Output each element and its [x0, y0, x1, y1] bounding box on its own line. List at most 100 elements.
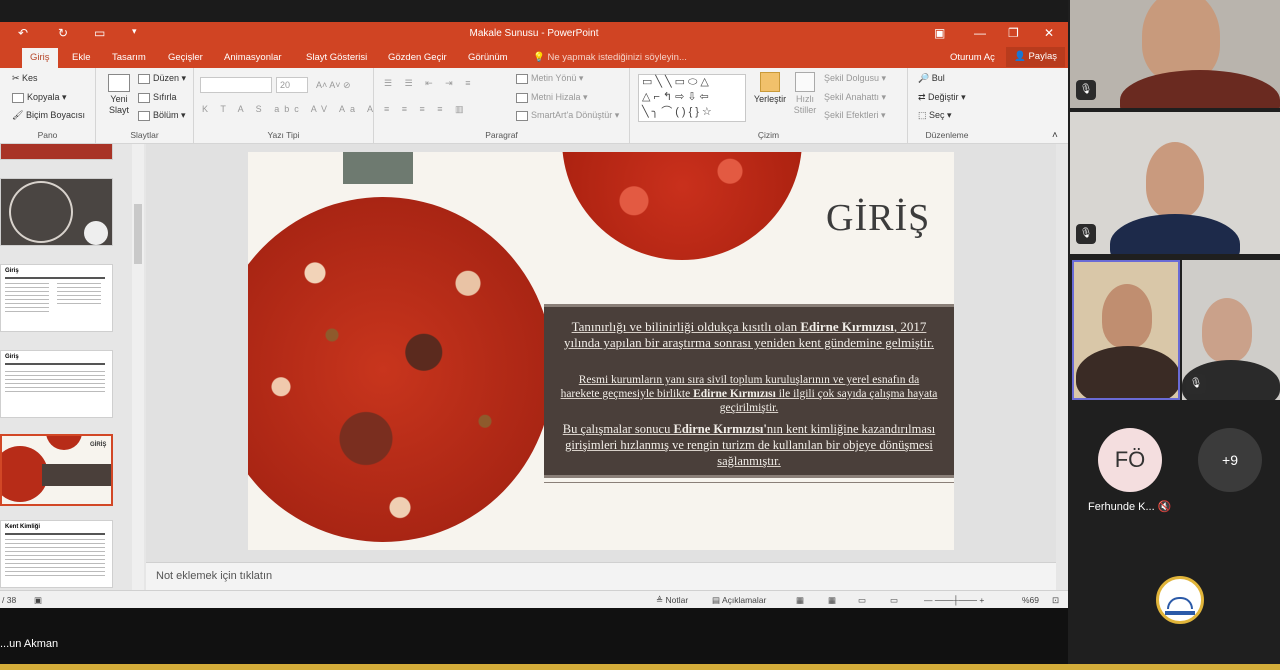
cut-button[interactable]: ✂ Kes — [12, 73, 38, 84]
participant-name-text: Ferhunde K... — [1088, 501, 1155, 513]
list-icons[interactable]: ☰ ☰ ⇤ ⇥ ≡ — [384, 78, 475, 89]
copy-icon — [12, 92, 24, 103]
slide-sorter-icon[interactable]: ▦ — [828, 595, 836, 606]
slide-thumbnails-pane: Giriş Giriş GİRİŞ Kent Kimliği — [0, 144, 132, 590]
layout-button[interactable]: Düzen ▾ — [138, 73, 186, 84]
tab-transitions[interactable]: Geçişler — [168, 52, 203, 63]
shapes-gallery[interactable]: ▭╲╲▭⬭△ △⌐↰⇨⇩⇦ ╲╮⌒(){}☆ — [638, 74, 746, 122]
text-direction-icon — [516, 73, 528, 84]
font-name-field[interactable] — [200, 77, 272, 93]
group-clipboard: ✂ Kes Kopyala ▾ 🖌 Biçim Boyacısı Pano — [0, 68, 96, 144]
slide-top-bar — [343, 152, 413, 184]
tab-design[interactable]: Tasarım — [112, 52, 146, 63]
section-label: Bölüm — [153, 110, 179, 120]
font-grow-icon[interactable]: A˄ A˅ ⊘ — [316, 80, 351, 91]
comments-toggle[interactable]: ▤ Açıklamalar — [712, 595, 766, 606]
tab-review[interactable]: Gözden Geçir — [388, 52, 447, 63]
paragraph-3: Bu çalışmalar sonucu Edirne Kırmızısı'nı… — [544, 421, 954, 469]
thumbnail-dot — [84, 221, 108, 245]
select-button[interactable]: ⬚ Seç ▾ — [918, 110, 952, 121]
group-slides: Yeni Slayt Düzen ▾ Sıfırla Bölüm ▾ Slayt… — [96, 68, 194, 144]
group-editing: 🔎 Bul ⇄ Değiştir ▾ ⬚ Seç ▾ Düzenleme — [908, 68, 986, 144]
slide-thumbnail[interactable]: Giriş — [0, 350, 113, 418]
tab-insert[interactable]: Ekle — [72, 52, 90, 63]
new-slide-label-1: Yeni — [110, 94, 128, 104]
sign-in-link[interactable]: Oturum Aç — [950, 52, 995, 63]
more-participants-button[interactable]: +9 — [1198, 428, 1262, 492]
zoom-level[interactable]: %69 — [1022, 595, 1039, 605]
participant-video-tile-active-speaker[interactable] — [1072, 260, 1180, 400]
format-painter-label: Biçim Boyacısı — [25, 110, 85, 120]
new-slide-button[interactable]: Yeni Slayt — [102, 74, 136, 116]
participant-avatar-initials[interactable]: FÖ — [1098, 428, 1162, 492]
slide-text-box[interactable]: Tanınırlığı ve bilinirliği oldukça kısıt… — [544, 304, 954, 478]
align-text-label: Metni Hizala — [531, 92, 581, 102]
share-label: Paylaş — [1028, 51, 1057, 62]
section-button[interactable]: Bölüm ▾ — [138, 110, 186, 121]
notes-pane[interactable]: Not eklemek için tıklatın — [146, 562, 1056, 590]
participant-video-tile[interactable]: 🎙 — [1182, 260, 1280, 400]
group-paragraph: ☰ ☰ ⇤ ⇥ ≡ ≡ ≡ ≡ ≡ ▥ Metin Yönü ▾ Metni H… — [374, 68, 630, 144]
quick-styles-button[interactable]: Hızlı Stiller — [790, 72, 820, 116]
tab-slideshow[interactable]: Slayt Gösterisi — [306, 52, 367, 63]
slide-title[interactable]: GİRİŞ — [826, 196, 930, 240]
fit-to-window-icon[interactable]: ⊡ — [1052, 595, 1059, 606]
slide-thumbnail[interactable]: Kent Kimliği — [0, 520, 113, 588]
align-text-button[interactable]: Metni Hizala ▾ — [516, 92, 588, 103]
format-painter-button[interactable]: 🖌 Biçim Boyacısı — [12, 110, 85, 121]
restore-icon[interactable]: ❐ — [1008, 26, 1019, 40]
shape-outline-button[interactable]: Şekil Anahattı ▾ — [824, 92, 886, 103]
thumbnails-scrollbar[interactable] — [132, 144, 144, 590]
close-icon[interactable]: ✕ — [1044, 26, 1054, 40]
red-embroidery-circle — [248, 192, 558, 547]
tell-me-text: Ne yapmak istediğinizi söyleyin... — [547, 52, 687, 63]
current-slide[interactable]: GİRİŞ Tanınırlığı ve bilinirliği oldukça… — [248, 152, 954, 550]
copy-button[interactable]: Kopyala ▾ — [12, 92, 67, 103]
replace-button[interactable]: ⇄ Değiştir ▾ — [918, 92, 966, 103]
collapse-ribbon-icon[interactable]: ˄ — [1052, 130, 1058, 141]
ribbon: ✂ Kes Kopyala ▾ 🖌 Biçim Boyacısı Pano Ye… — [0, 68, 1068, 144]
arrange-button[interactable]: Yerleştir — [752, 72, 788, 105]
thumbnail-text-lines — [5, 539, 105, 579]
find-button[interactable]: 🔎 Bul — [918, 73, 945, 84]
normal-view-icon[interactable]: ▦ — [796, 595, 804, 606]
text-direction-button[interactable]: Metin Yönü ▾ — [516, 73, 583, 84]
thumbnail-text-lines — [57, 283, 101, 307]
reset-button[interactable]: Sıfırla — [138, 92, 177, 103]
align-icons[interactable]: ≡ ≡ ≡ ≡ ▥ — [384, 104, 469, 115]
font-format-icons[interactable]: K T A S abc AV Aa A — [202, 104, 378, 114]
tab-animations[interactable]: Animasyonlar — [224, 52, 282, 63]
tab-home[interactable]: Giriş — [22, 48, 58, 68]
slide-thumbnail[interactable]: Giriş — [0, 264, 113, 332]
minimize-icon[interactable]: — — [974, 26, 986, 40]
participant-face — [1102, 284, 1152, 348]
reading-view-icon[interactable]: ▭ — [858, 595, 866, 606]
scrollbar-thumb[interactable] — [134, 204, 142, 264]
slide-thumbnail[interactable] — [0, 144, 113, 160]
bottom-border — [0, 664, 1280, 670]
thumbnail-title: Giriş — [5, 268, 19, 274]
participant-body — [1120, 70, 1280, 108]
font-size-field[interactable]: 20 — [276, 77, 308, 93]
thumbnail-circle — [2, 446, 48, 502]
share-button[interactable]: 👤 Paylaş — [1006, 47, 1065, 67]
slide-thumbnail[interactable] — [0, 178, 113, 246]
reset-icon — [138, 92, 150, 103]
spellcheck-icon[interactable]: ▣ — [34, 595, 42, 606]
ribbon-display-icon[interactable]: ▣ — [934, 26, 945, 40]
p1-bold: Edirne Kırmızısı — [800, 319, 894, 334]
notes-toggle[interactable]: ≜ Notlar — [656, 595, 688, 606]
tab-view[interactable]: Görünüm — [468, 52, 508, 63]
participant-video-tile[interactable]: 🎙 — [1070, 112, 1280, 254]
text-band-underline — [544, 482, 954, 486]
zoom-slider[interactable]: — ───┼─── + — [924, 595, 984, 605]
editing-group-label: Düzenleme — [925, 130, 969, 140]
slideshow-view-icon[interactable]: ▭ — [890, 595, 898, 606]
participant-video-tile[interactable]: 🎙 — [1070, 0, 1280, 108]
slide-thumbnail-current[interactable]: GİRİŞ — [0, 434, 113, 506]
logo-arch — [1167, 597, 1193, 609]
shape-fill-button[interactable]: Şekil Dolgusu ▾ — [824, 73, 886, 84]
tell-me-box[interactable]: 💡 Ne yapmak istediğinizi söyleyin... — [533, 52, 687, 63]
smartart-button[interactable]: SmartArt'a Dönüştür ▾ — [516, 110, 619, 121]
shape-effects-button[interactable]: Şekil Efektleri ▾ — [824, 110, 886, 121]
